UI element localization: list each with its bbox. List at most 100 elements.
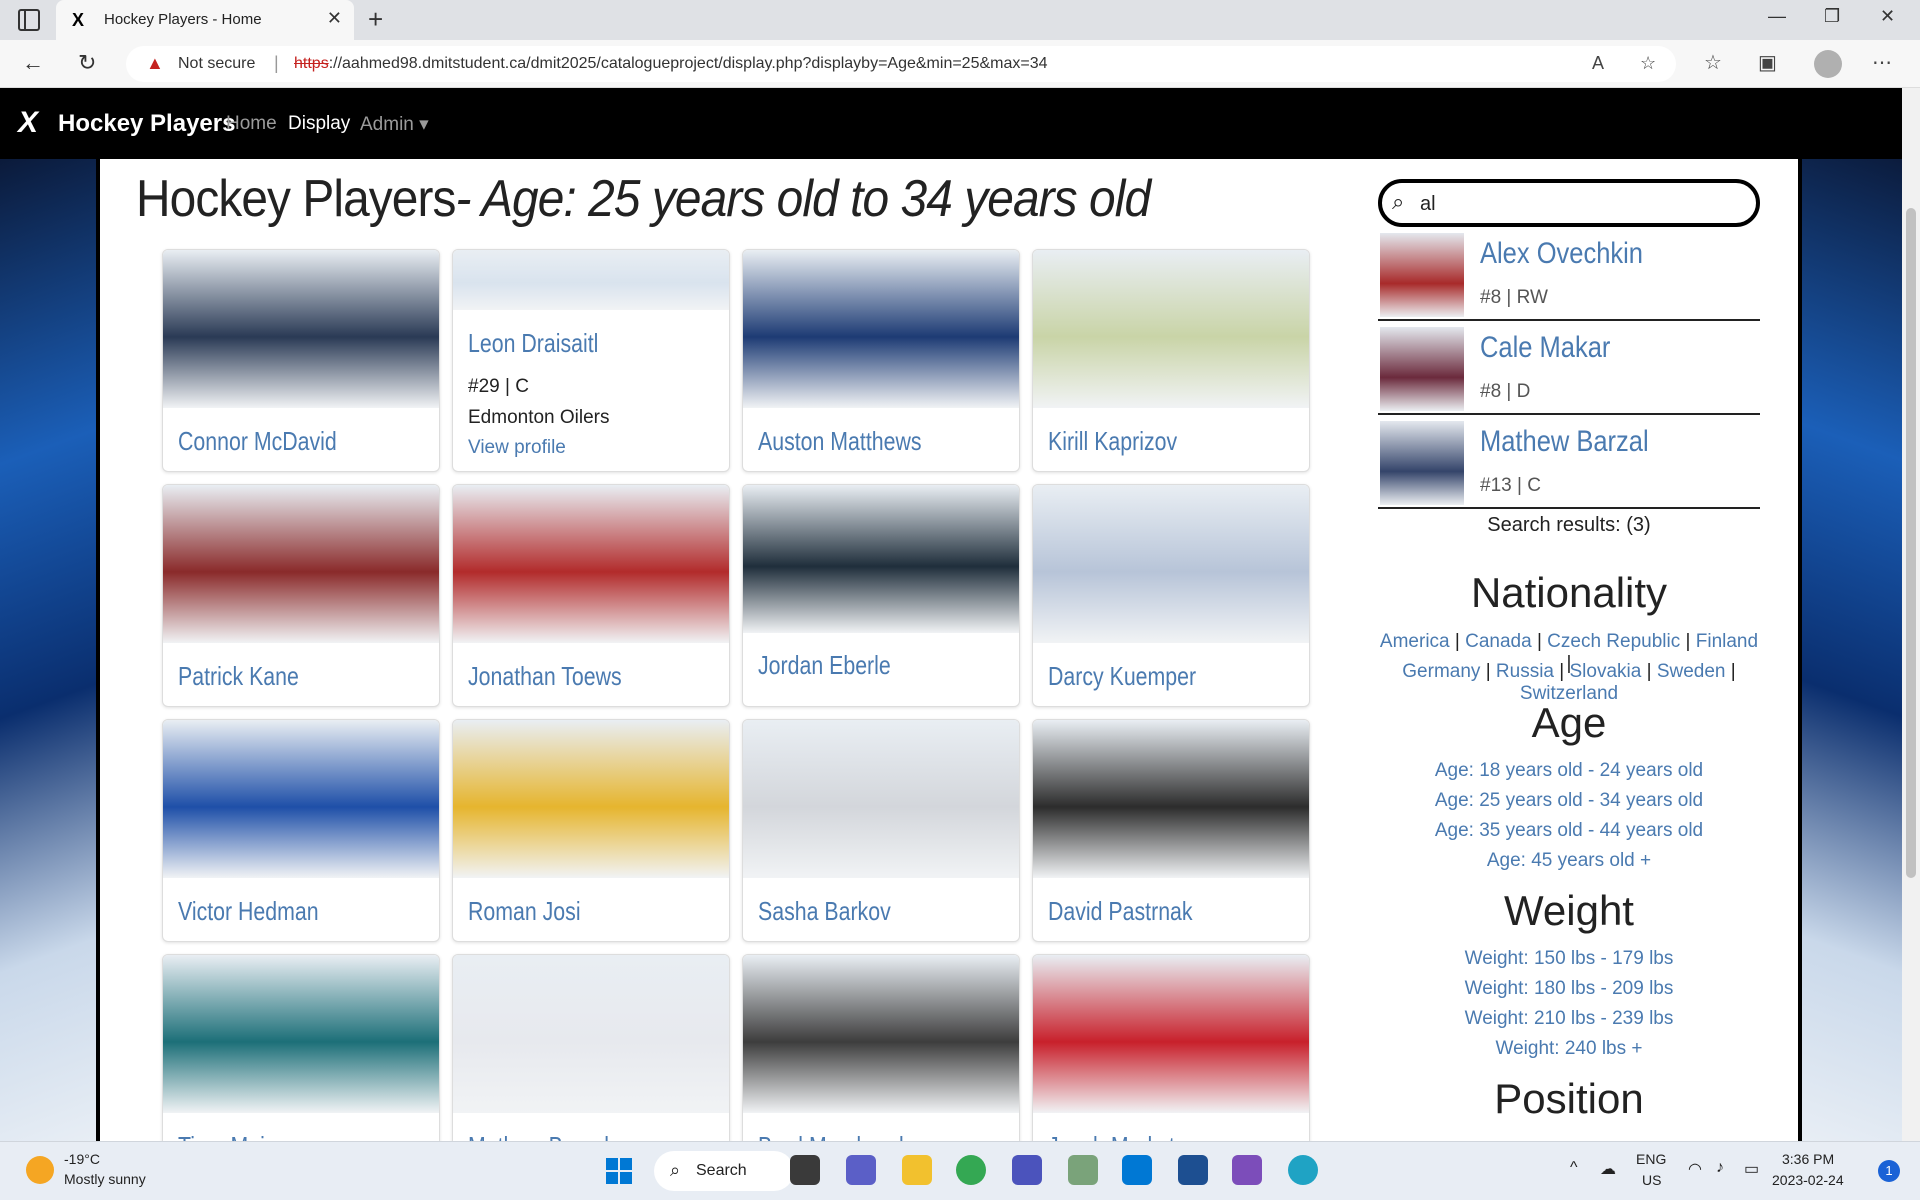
player-photo[interactable]: [163, 485, 439, 643]
visual-studio-icon[interactable]: [1232, 1155, 1262, 1185]
age-filter-link[interactable]: Age: 35 years old - 44 years old: [1378, 820, 1760, 842]
start-icon[interactable]: [606, 1158, 632, 1184]
region-label[interactable]: US: [1642, 1172, 1661, 1188]
player-photo[interactable]: [163, 250, 439, 408]
chrome-icon[interactable]: [956, 1155, 986, 1185]
player-name[interactable]: Darcy Kuemper: [1048, 661, 1196, 692]
player-name[interactable]: David Pastrnak: [1048, 896, 1193, 927]
edge-icon[interactable]: [1288, 1155, 1318, 1185]
player-card[interactable]: Jacob Markstrom: [1032, 954, 1310, 1141]
search-value[interactable]: al: [1420, 193, 1436, 216]
player-photo[interactable]: [453, 955, 729, 1113]
search-input[interactable]: ⌕ al: [1378, 179, 1760, 227]
player-card[interactable]: Sasha Barkov: [742, 719, 1020, 942]
player-name[interactable]: Mathew Barzal: [468, 1131, 609, 1141]
player-card[interactable]: David Pastrnak: [1032, 719, 1310, 942]
new-tab-icon[interactable]: +: [368, 4, 383, 35]
nationality-link[interactable]: Germany: [1402, 661, 1480, 682]
player-name[interactable]: Connor McDavid: [178, 426, 337, 457]
search-result-item[interactable]: Cale Makar #8 | D: [1378, 325, 1760, 415]
player-photo[interactable]: [743, 485, 1019, 633]
nav-display[interactable]: Display: [288, 113, 350, 135]
nationality-link[interactable]: Slovakia: [1570, 661, 1642, 682]
more-menu-icon[interactable]: ⋯: [1872, 50, 1892, 75]
player-name[interactable]: Auston Matthews: [758, 426, 922, 457]
weather-desc[interactable]: Mostly sunny: [64, 1171, 146, 1187]
player-photo[interactable]: [163, 955, 439, 1113]
player-name[interactable]: Patrick Kane: [178, 661, 299, 692]
age-filter-link[interactable]: Age: 25 years old - 34 years old: [1378, 790, 1760, 812]
weight-filter-link[interactable]: Weight: 240 lbs +: [1378, 1038, 1760, 1060]
weather-temp[interactable]: -19°C: [64, 1151, 100, 1167]
weight-filter-link[interactable]: Weight: 210 lbs - 239 lbs: [1378, 1008, 1760, 1030]
page-scrollbar[interactable]: [1902, 88, 1920, 1141]
result-photo[interactable]: [1380, 327, 1464, 411]
brand-name[interactable]: Hockey Players: [58, 110, 235, 138]
language-label[interactable]: ENG: [1636, 1151, 1666, 1167]
app-icon[interactable]: [1068, 1155, 1098, 1185]
player-card[interactable]: Auston Matthews: [742, 249, 1020, 472]
player-photo[interactable]: [1033, 955, 1309, 1113]
file-explorer-icon[interactable]: [902, 1155, 932, 1185]
nationality-link[interactable]: Russia: [1496, 661, 1554, 682]
clock-date[interactable]: 2023-02-24: [1772, 1172, 1844, 1188]
window-close-icon[interactable]: ✕: [1880, 6, 1895, 27]
nationality-link[interactable]: America: [1380, 631, 1450, 652]
player-card[interactable]: Timo Meier: [162, 954, 440, 1141]
player-name[interactable]: Leon Draisaitl: [468, 328, 598, 359]
not-secure-label[interactable]: Not secure: [178, 55, 255, 73]
read-aloud-icon[interactable]: A: [1592, 53, 1604, 74]
player-name[interactable]: Victor Hedman: [178, 896, 319, 927]
player-card[interactable]: Mathew Barzal: [452, 954, 730, 1141]
player-card[interactable]: Darcy Kuemper: [1032, 484, 1310, 707]
player-photo[interactable]: [743, 250, 1019, 408]
player-photo[interactable]: [1033, 485, 1309, 643]
url-bar[interactable]: ▲ Not secure | https://aahmed98.dmitstud…: [126, 46, 1676, 82]
search-result-item[interactable]: Mathew Barzal #13 | C: [1378, 419, 1760, 509]
player-name[interactable]: Jacob Markstrom: [1048, 1131, 1212, 1141]
close-tab-icon[interactable]: ✕: [327, 8, 342, 29]
player-name[interactable]: Sasha Barkov: [758, 896, 891, 927]
weight-filter-link[interactable]: Weight: 180 lbs - 209 lbs: [1378, 978, 1760, 1000]
scrollbar-thumb[interactable]: [1906, 208, 1916, 878]
player-card[interactable]: Brad Marchand: [742, 954, 1020, 1141]
search-result-item[interactable]: Alex Ovechkin #8 | RW: [1378, 231, 1760, 321]
result-name[interactable]: Alex Ovechkin: [1480, 237, 1643, 271]
player-name[interactable]: Brad Marchand: [758, 1131, 904, 1141]
weather-sun-icon[interactable]: [26, 1156, 54, 1184]
player-card[interactable]: Leon Draisaitl #29 | C Edmonton Oilers V…: [452, 249, 730, 472]
battery-icon[interactable]: ▭: [1744, 1159, 1759, 1179]
player-card[interactable]: Connor McDavid: [162, 249, 440, 472]
cloud-icon[interactable]: ☁: [1600, 1159, 1616, 1179]
nationality-link[interactable]: Canada: [1465, 631, 1532, 652]
player-card[interactable]: Jonathan Toews: [452, 484, 730, 707]
favorite-star-icon[interactable]: ☆: [1640, 53, 1656, 74]
player-name[interactable]: Kirill Kaprizov: [1048, 426, 1177, 457]
player-card[interactable]: Patrick Kane: [162, 484, 440, 707]
player-name[interactable]: Jordan Eberle: [758, 650, 891, 681]
wifi-icon[interactable]: ◠: [1688, 1159, 1702, 1179]
notification-badge[interactable]: 1: [1878, 1160, 1900, 1182]
nationality-link[interactable]: Finland: [1696, 631, 1758, 652]
result-name[interactable]: Mathew Barzal: [1480, 425, 1649, 459]
result-photo[interactable]: [1380, 233, 1464, 317]
volume-icon[interactable]: ♪: [1716, 1159, 1724, 1177]
back-icon[interactable]: ←: [22, 50, 44, 76]
clock-time[interactable]: 3:36 PM: [1782, 1151, 1834, 1167]
minimize-icon[interactable]: —: [1768, 6, 1786, 27]
tab-actions-icon[interactable]: [18, 9, 40, 31]
chat-icon[interactable]: [846, 1155, 876, 1185]
player-photo[interactable]: [453, 485, 729, 643]
nationality-link[interactable]: Czech Republic: [1547, 631, 1680, 652]
brand-logo-icon[interactable]: X: [18, 106, 38, 140]
age-filter-link[interactable]: Age: 45 years old +: [1378, 850, 1760, 872]
player-card[interactable]: Victor Hedman: [162, 719, 440, 942]
nav-admin[interactable]: Admin ▾: [360, 113, 429, 136]
taskbar-search[interactable]: ⌕ Search: [654, 1151, 794, 1191]
player-photo[interactable]: [743, 720, 1019, 878]
age-filter-link[interactable]: Age: 18 years old - 24 years old: [1378, 760, 1760, 782]
player-card[interactable]: Jordan Eberle: [742, 484, 1020, 707]
restore-icon[interactable]: ❐: [1824, 6, 1840, 27]
nationality-link[interactable]: Sweden: [1657, 661, 1726, 682]
player-photo[interactable]: [453, 720, 729, 878]
